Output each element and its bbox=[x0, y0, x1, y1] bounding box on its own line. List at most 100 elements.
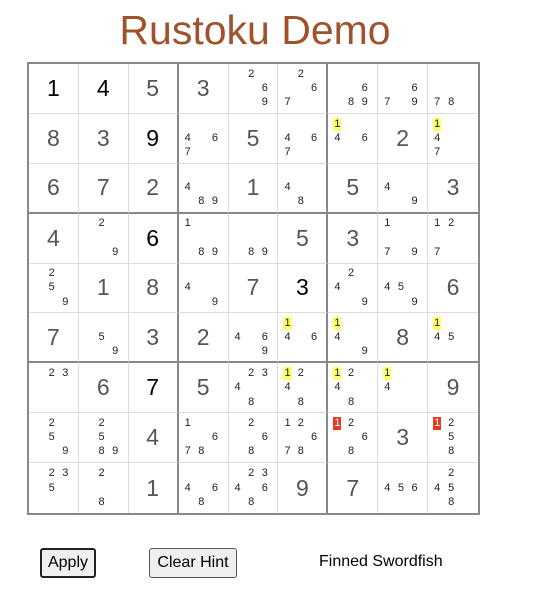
sudoku-cell-r2c2[interactable]: 3 bbox=[78, 113, 129, 164]
sudoku-cell-r7c3[interactable]: 7 bbox=[128, 363, 179, 414]
candidate-digit bbox=[34, 273, 36, 275]
cell-value: 3 bbox=[346, 224, 360, 251]
sudoku-cell-r8c6[interactable]: 126 78 bbox=[278, 413, 329, 464]
sudoku-cell-r3c8[interactable]: 49 bbox=[378, 163, 429, 214]
sudoku-cell-r9c3[interactable]: 1 bbox=[129, 463, 179, 513]
sudoku-cell-r4c2[interactable]: 29 bbox=[78, 213, 129, 264]
sudoku-cell-r7c7[interactable]: 1248 bbox=[328, 363, 379, 414]
candidate-digit bbox=[333, 152, 335, 154]
sudoku-cell-r8c5[interactable]: 268 bbox=[228, 413, 279, 464]
sudoku-cell-r5c4[interactable]: 49 bbox=[178, 263, 229, 314]
candidate-digit bbox=[310, 387, 312, 389]
sudoku-cell-r8c8[interactable]: 3 bbox=[378, 413, 429, 464]
candidate-digit: 7 bbox=[184, 445, 191, 458]
sudoku-cell-r4c9[interactable]: 12 7 bbox=[428, 214, 478, 264]
sudoku-cell-r9c8[interactable]: 456 bbox=[378, 463, 429, 513]
sudoku-cell-r3c4[interactable]: 489 bbox=[178, 163, 229, 214]
candidate bbox=[61, 281, 75, 295]
sudoku-cell-r4c6[interactable]: 5 bbox=[278, 213, 329, 264]
sudoku-cell-r4c8[interactable]: 1 7 9 bbox=[378, 213, 429, 264]
sudoku-cell-r7c4[interactable]: 5 bbox=[178, 363, 229, 414]
candidate bbox=[211, 167, 225, 181]
sudoku-cell-r1c4[interactable]: 3 bbox=[178, 64, 229, 114]
sudoku-cell-r8c4[interactable]: 1678 bbox=[178, 413, 229, 464]
sudoku-cell-r1c3[interactable]: 5 bbox=[128, 64, 179, 114]
sudoku-cell-r4c5[interactable]: 89 bbox=[228, 213, 279, 264]
sudoku-cell-r1c7[interactable]: 689 bbox=[328, 64, 379, 114]
candidate-digit bbox=[310, 123, 312, 125]
candidate bbox=[347, 81, 361, 95]
sudoku-cell-r6c2[interactable]: 59 bbox=[78, 313, 129, 364]
candidate bbox=[211, 466, 225, 481]
sudoku-cell-r5c1[interactable]: 259 bbox=[29, 263, 79, 314]
sudoku-cell-r2c9[interactable]: 14 7 bbox=[428, 114, 478, 164]
sudoku-cell-r7c5[interactable]: 23 48 bbox=[228, 363, 279, 414]
sudoku-cell-r1c1[interactable]: 1 bbox=[29, 64, 79, 114]
sudoku-cell-r4c7[interactable]: 3 bbox=[328, 213, 379, 264]
sudoku-cell-r3c9[interactable]: 3 bbox=[428, 164, 478, 214]
sudoku-cell-r7c2[interactable]: 6 bbox=[78, 363, 129, 414]
sudoku-cell-r1c9[interactable]: 78 bbox=[428, 64, 478, 114]
sudoku-cell-r6c6[interactable]: 14 6 bbox=[278, 313, 329, 364]
sudoku-cell-r8c3[interactable]: 4 bbox=[128, 413, 179, 464]
sudoku-cell-r8c7[interactable]: 1268 bbox=[328, 413, 379, 464]
candidate: 1 bbox=[333, 117, 347, 131]
sudoku-cell-r6c4[interactable]: 2 bbox=[178, 313, 229, 364]
sudoku-cell-r7c1[interactable]: 23 bbox=[29, 363, 79, 414]
sudoku-cell-r8c9[interactable]: 12 58 bbox=[428, 413, 478, 464]
sudoku-cell-r9c6[interactable]: 9 bbox=[278, 463, 329, 513]
sudoku-cell-r6c5[interactable]: 4 69 bbox=[228, 313, 279, 364]
sudoku-cell-r6c8[interactable]: 8 bbox=[378, 313, 429, 364]
sudoku-cell-r3c5[interactable]: 1 bbox=[228, 163, 279, 214]
sudoku-cell-r5c9[interactable]: 6 bbox=[428, 264, 478, 314]
sudoku-cell-r2c3[interactable]: 9 bbox=[128, 113, 179, 164]
sudoku-cell-r5c2[interactable]: 1 bbox=[78, 263, 129, 314]
sudoku-cell-r9c4[interactable]: 4 68 bbox=[179, 463, 229, 513]
sudoku-cell-r9c7[interactable]: 7 bbox=[328, 463, 379, 513]
candidate bbox=[247, 81, 261, 95]
sudoku-cell-r6c3[interactable]: 3 bbox=[128, 313, 179, 364]
sudoku-cell-r8c1[interactable]: 2 59 bbox=[29, 413, 79, 464]
sudoku-cell-r3c3[interactable]: 2 bbox=[128, 163, 179, 214]
sudoku-cell-r1c6[interactable]: 26 7 bbox=[278, 64, 329, 114]
sudoku-cell-r6c9[interactable]: 145 bbox=[428, 313, 478, 364]
sudoku-cell-r5c6[interactable]: 3 bbox=[278, 263, 329, 314]
apply-button[interactable]: Apply bbox=[40, 548, 96, 578]
sudoku-cell-r4c4[interactable]: 1 89 bbox=[178, 213, 229, 264]
sudoku-cell-r6c1[interactable]: 7 bbox=[29, 313, 79, 364]
candidate-grid: 26 9 bbox=[234, 67, 275, 110]
sudoku-cell-r9c9[interactable]: 245 8 bbox=[428, 463, 478, 513]
sudoku-cell-r2c4[interactable]: 4 6 7 bbox=[178, 113, 229, 164]
sudoku-cell-r4c1[interactable]: 4 bbox=[29, 213, 79, 264]
sudoku-cell-r2c1[interactable]: 8 bbox=[29, 113, 79, 164]
sudoku-cell-r5c3[interactable]: 8 bbox=[128, 263, 179, 314]
sudoku-cell-r6c7[interactable]: 14 9 bbox=[328, 313, 379, 364]
candidate bbox=[461, 67, 475, 81]
sudoku-cell-r3c2[interactable]: 7 bbox=[78, 163, 129, 214]
sudoku-cell-r2c8[interactable]: 2 bbox=[378, 113, 429, 164]
sudoku-cell-r2c7[interactable]: 14 6 bbox=[328, 113, 379, 164]
sudoku-cell-r7c6[interactable]: 1248 bbox=[278, 363, 329, 414]
sudoku-cell-r2c5[interactable]: 5 bbox=[228, 113, 279, 164]
clear-hint-button[interactable]: Clear Hint bbox=[149, 548, 237, 578]
sudoku-cell-r1c2[interactable]: 4 bbox=[78, 64, 129, 114]
sudoku-cell-r7c8[interactable]: 14 bbox=[378, 363, 429, 414]
sudoku-cell-r7c9[interactable]: 9 bbox=[428, 363, 478, 414]
sudoku-cell-r1c5[interactable]: 26 9 bbox=[228, 64, 279, 114]
sudoku-cell-r3c6[interactable]: 48 bbox=[278, 163, 329, 214]
sudoku-cell-r5c7[interactable]: 24 9 bbox=[328, 263, 379, 314]
sudoku-cell-r5c5[interactable]: 7 bbox=[228, 263, 279, 314]
sudoku-cell-r4c3[interactable]: 6 bbox=[128, 213, 179, 264]
candidate-digit bbox=[261, 451, 263, 453]
sudoku-cell-r3c7[interactable]: 5 bbox=[328, 163, 379, 214]
sudoku-cell-r9c1[interactable]: 235 bbox=[29, 463, 79, 513]
sudoku-cell-r3c1[interactable]: 6 bbox=[29, 163, 79, 214]
sudoku-cell-r9c2[interactable]: 28 bbox=[79, 463, 129, 513]
candidate bbox=[397, 245, 411, 259]
sudoku-cell-r5c8[interactable]: 459 bbox=[378, 263, 429, 314]
sudoku-cell-r9c5[interactable]: 23 4 68 bbox=[229, 463, 279, 513]
sudoku-cell-r2c6[interactable]: 4 6 7 bbox=[278, 113, 329, 164]
sudoku-cell-r1c8[interactable]: 6 7 9 bbox=[378, 64, 429, 114]
cell-value: 9 bbox=[295, 474, 309, 501]
sudoku-cell-r8c2[interactable]: 2 589 bbox=[78, 413, 129, 464]
